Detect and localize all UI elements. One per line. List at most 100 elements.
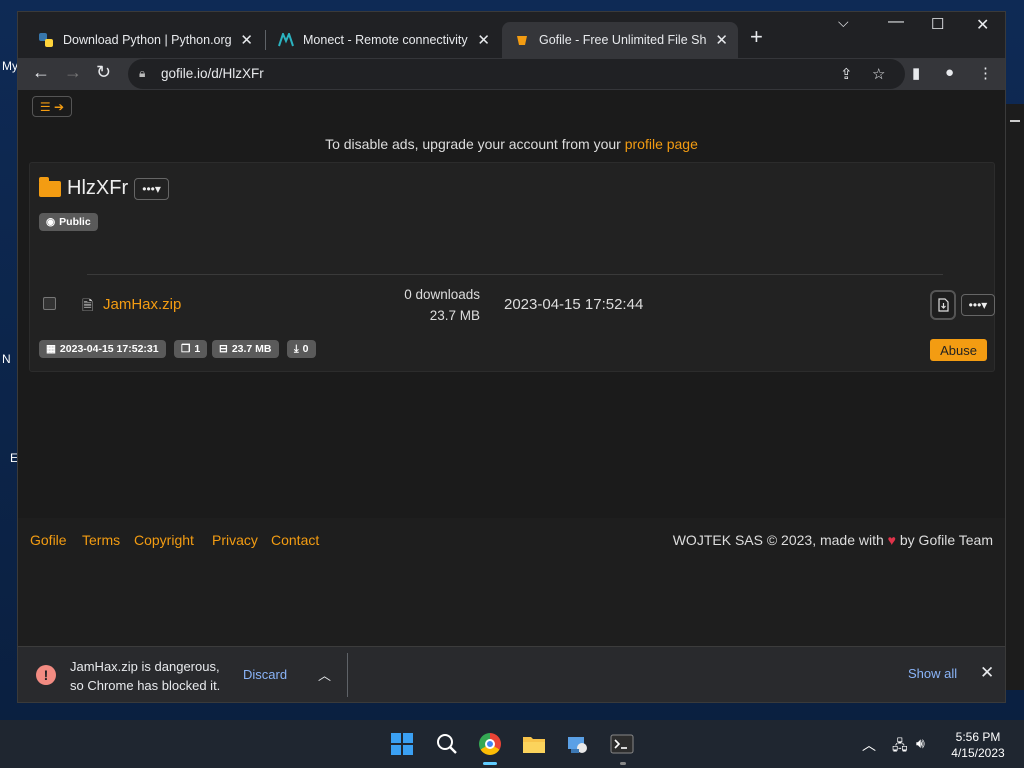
new-tab-button[interactable]: + [750, 26, 763, 48]
file-explorer-button[interactable] [522, 732, 546, 756]
clock-time: 5:56 PM [955, 730, 1001, 744]
address-bar[interactable]: 🔒︎ gofile.io/d/HlzXFr ⇪ ☆ [128, 59, 905, 89]
menu-toggle-button[interactable]: ☰ ➔ [32, 96, 72, 117]
volume-icon[interactable]: 🔊︎ [916, 735, 925, 752]
tab-title: Monect - Remote connectivity | I [303, 33, 470, 47]
created-date: 2023-04-15 17:52:31 [59, 343, 159, 355]
browser-toolbar: ← → ↻ 🔒︎ gofile.io/d/HlzXFr ⇪ ☆ ▮ ● ⋮ [18, 58, 1005, 90]
share-icon[interactable]: ⇪ [840, 65, 853, 83]
more-menu-icon[interactable]: ⋮ [978, 64, 993, 82]
downloads-total: 0 [302, 343, 309, 355]
download-file-button[interactable] [930, 290, 956, 320]
file-name-link[interactable]: JamHax.zip [103, 296, 181, 313]
warning-line-1: JamHax.zip is dangerous, [70, 659, 220, 674]
footer-copyright: WOJTEK SAS © 2023, made with ♥ by Gofile… [673, 532, 993, 548]
minimize-icon [1010, 120, 1020, 122]
chrome-window: Download Python | Python.org ✕ Monect - … [17, 11, 1006, 703]
tab-gofile[interactable]: Gofile - Free Unlimited File Shari ✕ [502, 22, 738, 58]
control-panel-button[interactable] [566, 732, 590, 756]
maximize-button[interactable]: ☐ [931, 15, 944, 33]
eye-icon: ◉ [46, 216, 56, 228]
desktop-icon-label[interactable]: N [2, 352, 11, 366]
tab-python[interactable]: Download Python | Python.org ✕ [26, 22, 263, 58]
windows-icon [391, 733, 413, 755]
ads-notice: To disable ads, upgrade your account fro… [18, 136, 1005, 152]
folder-actions-button[interactable]: •••▾ [134, 177, 170, 200]
lock-icon[interactable]: 🔒︎ [139, 66, 145, 81]
tab-title: Gofile - Free Unlimited File Shari [539, 33, 708, 47]
address-url: gofile.io/d/HlzXFr [161, 66, 264, 81]
folder-icon [39, 176, 61, 197]
footer-link-privacy[interactable]: Privacy [212, 532, 258, 548]
total-size: 23.7 MB [231, 343, 272, 355]
file-count-badge: ❐ 1 [174, 340, 208, 358]
download-warning-message: JamHax.zip is dangerous, so Chrome has b… [70, 657, 220, 695]
hdd-icon: ⊟ [219, 343, 228, 355]
running-app-indicator [620, 762, 626, 765]
close-window-button[interactable]: ✕ [976, 15, 989, 35]
file-actions-button[interactable]: •••▾ [961, 294, 995, 316]
network-icon[interactable]: 🖧︎ [892, 735, 908, 759]
close-download-shelf-icon[interactable]: ✕ [980, 663, 994, 683]
tab-strip: Download Python | Python.org ✕ Monect - … [18, 12, 1005, 58]
minimize-button[interactable]: — [888, 13, 904, 31]
copyright-text-end: by Gofile Team [899, 532, 993, 548]
file-date: 2023-04-15 17:52:44 [504, 296, 644, 313]
created-date-badge: ▦ 2023-04-15 17:52:31 [39, 340, 166, 358]
active-app-indicator [483, 762, 497, 765]
calendar-icon: ▦ [46, 343, 56, 355]
footer-link-contact[interactable]: Contact [271, 532, 319, 548]
search-icon[interactable] [435, 732, 459, 756]
footer-link-copyright[interactable]: Copyright [134, 532, 194, 548]
tab-search-icon[interactable]: ⌵ [838, 14, 849, 31]
desktop-icon-label[interactable]: My [2, 59, 18, 73]
bookmark-star-icon[interactable]: ☆ [872, 65, 885, 83]
abuse-button[interactable]: Abuse [930, 339, 987, 361]
terminal-button[interactable] [610, 732, 634, 756]
chrome-icon [479, 733, 501, 755]
chevron-up-icon[interactable]: ︿ [862, 735, 876, 755]
terminal-icon [610, 734, 634, 754]
danger-icon: ! [36, 665, 56, 685]
warning-line-2: so Chrome has blocked it. [70, 678, 221, 693]
heart-icon: ♥ [887, 532, 896, 548]
visibility-label: Public [59, 216, 91, 228]
total-size-badge: ⊟ 23.7 MB [212, 340, 279, 358]
python-icon [38, 32, 54, 48]
file-download-count: 0 downloads [404, 287, 480, 302]
folder-header: HlzXFr •••▾ [39, 176, 170, 200]
system-clock[interactable]: 5:56 PM 4/15/2023 [946, 729, 1010, 761]
tab-monect[interactable]: Monect - Remote connectivity | I ✕ [266, 22, 500, 58]
chevron-up-icon[interactable]: ︿ [318, 665, 331, 684]
chrome-taskbar-button[interactable] [478, 732, 502, 756]
close-tab-icon[interactable]: ✕ [715, 31, 728, 49]
close-tab-icon[interactable]: ✕ [477, 31, 490, 49]
file-size: 23.7 MB [429, 308, 480, 323]
downloads-badge: ⤓ 0 [287, 340, 316, 358]
footer-link-terms[interactable]: Terms [82, 532, 120, 548]
show-all-button[interactable]: Show all [908, 666, 957, 681]
reload-button[interactable]: ↻ [96, 62, 111, 83]
back-button[interactable]: ← [32, 62, 50, 83]
discard-button[interactable]: Discard [243, 667, 287, 682]
download-icon: ⤓ [294, 342, 299, 355]
divider [87, 274, 943, 275]
start-button[interactable] [390, 732, 414, 756]
close-tab-icon[interactable]: ✕ [240, 31, 253, 49]
file-select-checkbox[interactable] [43, 297, 56, 310]
control-panel-icon [568, 737, 587, 753]
folder-icon [523, 737, 545, 753]
forward-button[interactable]: → [64, 62, 82, 83]
download-shelf: ! JamHax.zip is dangerous, so Chrome has… [18, 646, 1005, 702]
side-panel-icon[interactable]: ▮ [912, 64, 920, 82]
file-zip-icon: 🗎︎ [82, 297, 94, 313]
gofile-icon [514, 32, 530, 48]
monect-icon [278, 32, 294, 48]
file-count: 1 [194, 343, 201, 355]
profile-icon[interactable]: ● [945, 64, 954, 81]
clock-date: 4/15/2023 [951, 746, 1005, 760]
profile-page-link[interactable]: profile page [625, 136, 698, 152]
divider [347, 653, 348, 697]
footer-link-gofile[interactable]: Gofile [30, 532, 67, 548]
file-icon: ❐ [181, 343, 191, 355]
